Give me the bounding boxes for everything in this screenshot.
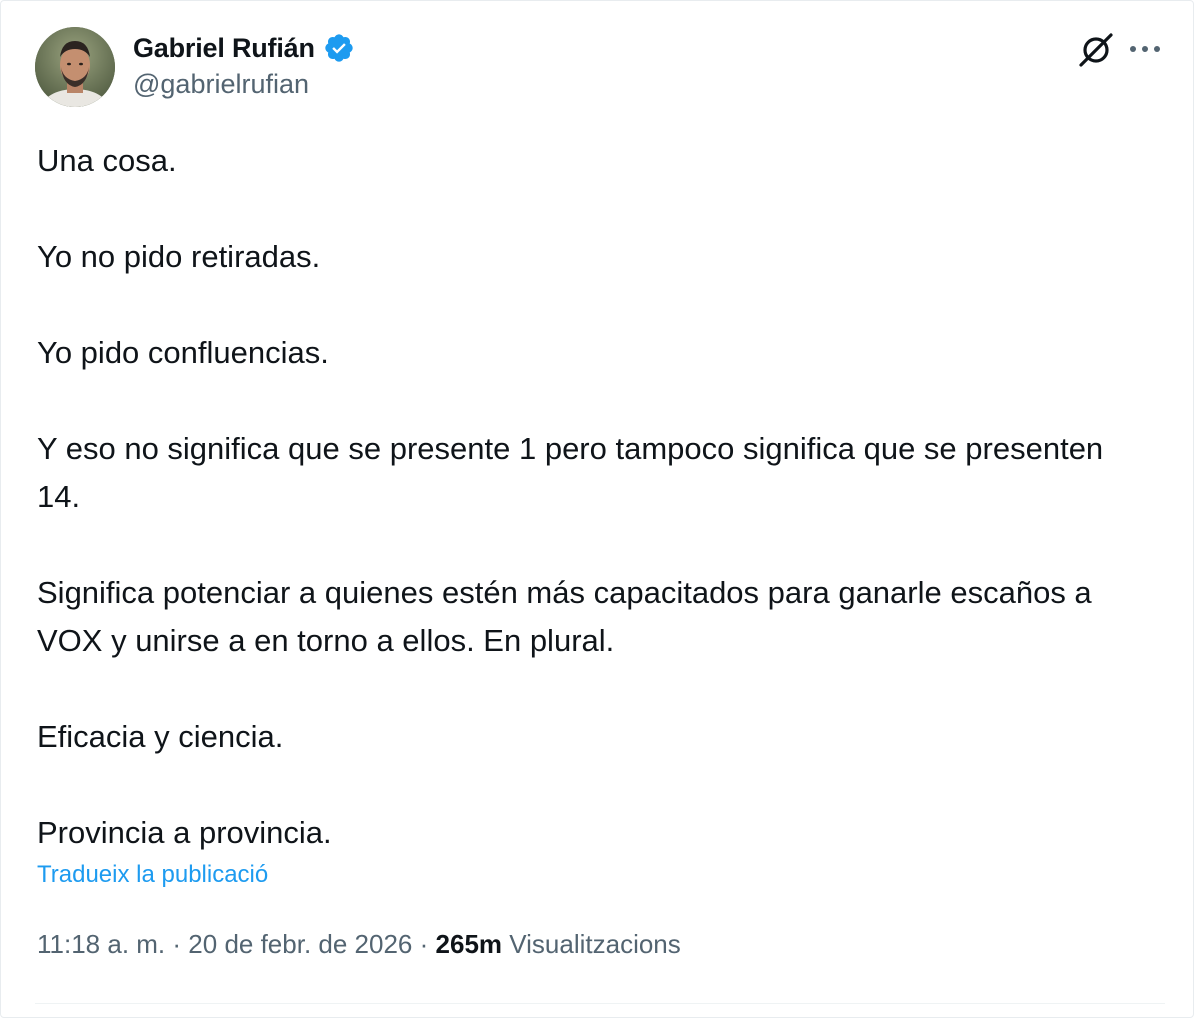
tweet-card: Gabriel Rufián @gabrielrufian Una cosa. … xyxy=(0,0,1194,1018)
more-options-button[interactable] xyxy=(1125,29,1165,69)
grok-button[interactable] xyxy=(1075,29,1117,71)
tweet-paragraph: Provincia a provincia. xyxy=(37,815,332,850)
avatar[interactable] xyxy=(35,27,115,107)
grok-icon xyxy=(1079,33,1113,67)
tweet-paragraph: Yo pido confluencias. xyxy=(37,335,329,370)
tweet-paragraph: Significa potenciar a quienes estén más … xyxy=(37,575,1092,658)
divider xyxy=(35,1003,1165,1004)
display-name[interactable]: Gabriel Rufián xyxy=(133,33,315,64)
tweet-paragraph: Una cosa. xyxy=(37,143,177,178)
avatar-image xyxy=(35,27,115,107)
tweet-paragraph: Y eso no significa que se presente 1 per… xyxy=(37,431,1104,514)
translate-post-link[interactable]: Tradueix la publicació xyxy=(37,861,268,889)
user-names: Gabriel Rufián @gabrielrufian xyxy=(133,29,355,100)
views-count: 265m xyxy=(435,929,503,959)
tweet-date[interactable]: 20 de febr. de 2026 xyxy=(188,929,412,959)
tweet-text: Una cosa. Yo no pido retiradas. Yo pido … xyxy=(37,137,1147,857)
meta-separator: · xyxy=(172,929,182,959)
meta-separator: · xyxy=(419,929,429,959)
more-horizontal-icon xyxy=(1130,46,1160,52)
tweet-paragraph: Yo no pido retiradas. xyxy=(37,239,321,274)
tweet-paragraph: Eficacia y ciencia. xyxy=(37,719,284,754)
tweet-header: Gabriel Rufián @gabrielrufian xyxy=(35,27,1165,109)
name-row: Gabriel Rufián xyxy=(133,29,355,67)
verified-badge-icon[interactable] xyxy=(323,32,355,64)
tweet-time[interactable]: 11:18 a. m. xyxy=(37,929,165,959)
user-handle[interactable]: @gabrielrufian xyxy=(133,69,355,100)
tweet-meta: 11:18 a. m. · 20 de febr. de 2026 · 265m… xyxy=(37,929,681,960)
views-label: Visualitzacions xyxy=(509,929,681,959)
